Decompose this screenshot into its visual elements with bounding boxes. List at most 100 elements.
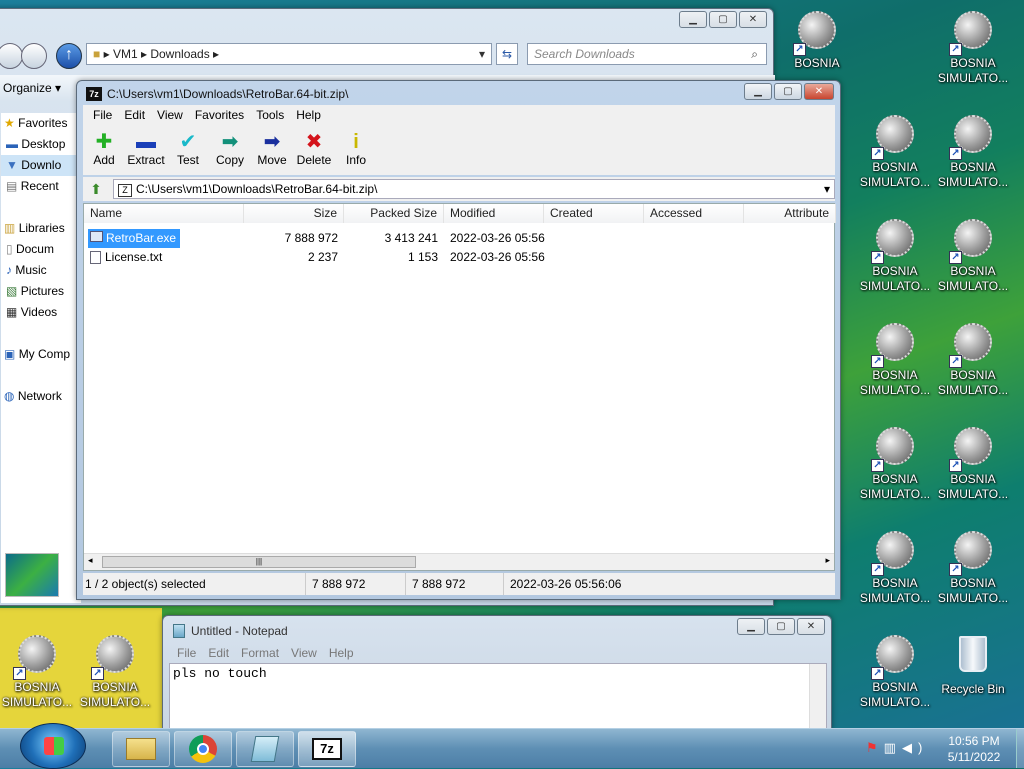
minimize-button[interactable]: ▁: [744, 83, 772, 100]
menu-view[interactable]: View: [157, 108, 183, 122]
search-input[interactable]: Search Downloads ⌕: [527, 43, 767, 65]
taskbar-chrome-button[interactable]: [174, 731, 232, 767]
scroll-left-icon[interactable]: ◂: [88, 555, 93, 566]
network-tray-icon[interactable]: ▥: [884, 740, 902, 755]
show-desktop-button[interactable]: [1016, 729, 1024, 768]
refresh-icon[interactable]: ⇆: [496, 43, 518, 65]
column-created[interactable]: Created: [544, 204, 644, 223]
notepad-text-area[interactable]: pls no touch: [169, 663, 827, 732]
sevenzip-address-bar[interactable]: Z C:\Users\vm1\Downloads\RetroBar.64-bit.…: [113, 179, 835, 199]
scrollbar-thumb[interactable]: |||: [102, 556, 416, 568]
nav-documents[interactable]: ▯ Docum: [1, 239, 81, 260]
minimize-button[interactable]: ▁: [679, 11, 707, 28]
start-button[interactable]: [20, 723, 86, 769]
column-packed-size[interactable]: Packed Size: [344, 204, 444, 223]
move-button[interactable]: ➡ Move: [251, 131, 293, 167]
folder-up-icon[interactable]: ⬆: [87, 180, 105, 198]
taskbar-7zip-button[interactable]: 7z: [298, 731, 356, 767]
scroll-right-icon[interactable]: ▸: [825, 555, 830, 566]
table-row[interactable]: License.txt 2 237 1 153 2022-03-26 05:56: [84, 248, 834, 267]
desktop-icon-bosnia[interactable]: ↗ BOSNIA SIMULATO...: [0, 634, 76, 710]
nav-desktop[interactable]: ▬ Desktop: [1, 134, 81, 155]
desktop-icon-bosnia[interactable]: ↗ BOSNIA SIMULATO...: [856, 530, 934, 606]
copy-button[interactable]: ➡ Copy: [209, 131, 251, 167]
extract-button[interactable]: ▬ Extract: [125, 131, 167, 167]
info-button[interactable]: i Info: [335, 131, 377, 167]
menu-view[interactable]: View: [291, 646, 317, 660]
clock[interactable]: 10:56 PM 5/11/2022: [934, 733, 1014, 765]
desktop-icon-bosnia[interactable]: ↗ BOSNIA SIMULATO...: [76, 634, 154, 710]
up-arrow-icon[interactable]: ↑: [56, 43, 82, 69]
menu-favorites[interactable]: Favorites: [195, 108, 244, 122]
file-list: Name Size Packed Size Modified Created A…: [83, 203, 836, 571]
taskbar-explorer-button[interactable]: [112, 731, 170, 767]
vertical-scrollbar[interactable]: [809, 664, 826, 731]
recycle-bin-icon[interactable]: Recycle Bin: [934, 634, 1012, 697]
nav-recent[interactable]: ▤ Recent: [1, 176, 81, 197]
close-button[interactable]: ✕: [804, 83, 834, 100]
close-button[interactable]: ✕: [797, 618, 825, 635]
action-center-icon[interactable]: ⚑: [866, 740, 884, 755]
horizontal-scrollbar[interactable]: ◂ ||| ▸: [84, 553, 834, 570]
desktop-icon-bosnia[interactable]: ↗ BOSNIA SIMULATO...: [934, 218, 1012, 294]
minimize-button[interactable]: ▁: [737, 618, 765, 635]
maximize-button[interactable]: ▢: [774, 83, 802, 100]
desktop-icon-bosnia[interactable]: ↗ BOSNIA SIMULATO...: [856, 218, 934, 294]
search-icon: ⌕: [751, 47, 758, 61]
nav-downloads[interactable]: ▼ Downlo: [1, 155, 81, 176]
taskbar-notepad-button[interactable]: [236, 731, 294, 767]
column-name[interactable]: Name: [84, 204, 244, 223]
nav-favorites[interactable]: ★ Favorites: [1, 113, 81, 134]
nav-music[interactable]: ♪ Music: [1, 260, 81, 281]
explorer-address-bar[interactable]: ■ ▸ VM1 ▸ Downloads ▸ ▾: [86, 43, 492, 65]
close-button[interactable]: ✕: [739, 11, 767, 28]
menu-tools[interactable]: Tools: [256, 108, 284, 122]
desktop-icon-bosnia[interactable]: ↗ BOSNIA SIMULATO...: [934, 322, 1012, 398]
desktop-icon-bosnia[interactable]: ↗ BOSNIA SIMULATO...: [856, 322, 934, 398]
nav-videos[interactable]: ▦ Videos: [1, 302, 81, 323]
column-attributes[interactable]: Attribute: [744, 204, 836, 223]
maximize-button[interactable]: ▢: [709, 11, 737, 28]
chevron-down-icon[interactable]: ▾: [479, 44, 485, 64]
desktop-icon-bosnia[interactable]: ↗ BOSNIA SIMULATO...: [934, 530, 1012, 606]
desktop-icon-bosnia[interactable]: ↗ BOSNIA SIMULATO...: [934, 10, 1012, 86]
desktop-icon-bosnia[interactable]: ↗ BOSNIA SIMULATO...: [856, 114, 934, 190]
column-accessed[interactable]: Accessed: [644, 204, 744, 223]
add-button[interactable]: ✚ Add: [83, 131, 125, 167]
table-row[interactable]: RetroBar.exe 7 888 972 3 413 241 2022-03…: [84, 229, 834, 248]
maximize-button[interactable]: ▢: [767, 618, 795, 635]
desktop-icon-bosnia[interactable]: ↗ BOSNIA SIMULATO...: [856, 634, 934, 710]
delete-button[interactable]: ✖ Delete: [293, 131, 335, 167]
move-icon: ➡: [263, 131, 281, 153]
column-size[interactable]: Size: [244, 204, 344, 223]
menu-edit[interactable]: Edit: [208, 646, 229, 660]
menu-file[interactable]: File: [177, 646, 196, 660]
file-name-cell: RetroBar.exe: [88, 229, 181, 248]
forward-button[interactable]: [21, 43, 47, 69]
nav-network[interactable]: ◍ Network: [1, 386, 81, 407]
column-modified[interactable]: Modified: [444, 204, 544, 223]
menu-edit[interactable]: Edit: [124, 108, 145, 122]
delete-icon: ✖: [305, 131, 323, 153]
volume-icon[interactable]: ◀): [902, 740, 928, 755]
add-icon: ✚: [95, 131, 113, 153]
test-button[interactable]: ✔ Test: [167, 131, 209, 167]
nav-libraries[interactable]: ▥ Libraries: [1, 218, 81, 239]
sevenzip-menubar: File Edit View Favorites Tools Help: [83, 105, 835, 125]
window-title: Untitled - Notepad: [191, 624, 288, 638]
nav-pictures[interactable]: ▧ Pictures: [1, 281, 81, 302]
desktop-icon-bosnia[interactable]: ↗ BOSNIA SIMULATO...: [934, 114, 1012, 190]
desktop-icon-bosnia[interactable]: ↗ BOSNIA SIMULATO...: [934, 426, 1012, 502]
menu-help[interactable]: Help: [329, 646, 354, 660]
menu-help[interactable]: Help: [296, 108, 321, 122]
menu-format[interactable]: Format: [241, 646, 279, 660]
back-button[interactable]: [0, 43, 23, 69]
nav-computer[interactable]: ▣ My Comp: [1, 344, 81, 365]
recent-icon: ▤: [6, 179, 18, 193]
menu-file[interactable]: File: [93, 108, 112, 122]
organize-button[interactable]: Organize ▾: [3, 81, 61, 95]
desktop-icon-bosnia[interactable]: ↗ BOSNIA: [778, 10, 856, 71]
desktop-icon-bosnia[interactable]: ↗ BOSNIA SIMULATO...: [856, 426, 934, 502]
chevron-down-icon[interactable]: ▾: [824, 180, 830, 198]
desktop-icon: ▬: [6, 137, 18, 151]
